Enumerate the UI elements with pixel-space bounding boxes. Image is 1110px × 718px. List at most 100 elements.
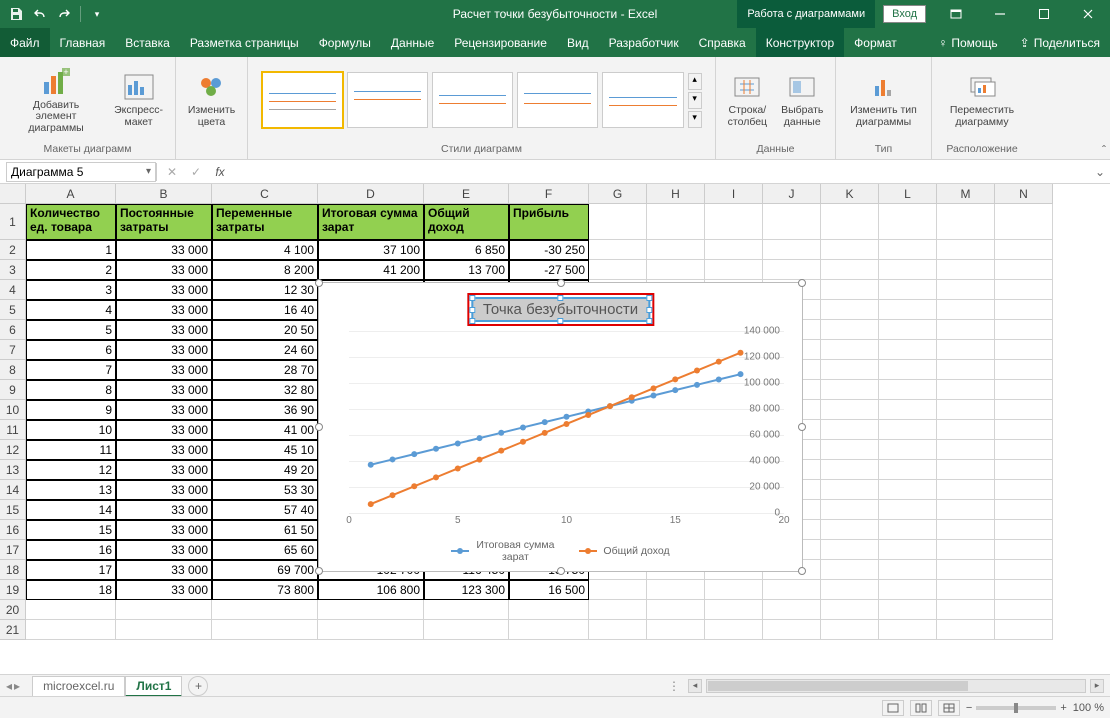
gallery-more-icon[interactable]: ▾	[688, 111, 702, 128]
cell[interactable]	[937, 520, 995, 540]
chart-style-thumb[interactable]	[602, 72, 683, 128]
cell[interactable]: 13 700	[424, 260, 509, 280]
cell[interactable]	[879, 500, 937, 520]
cell[interactable]	[318, 600, 424, 620]
col-header[interactable]: B	[116, 184, 212, 204]
cell[interactable]	[318, 620, 424, 640]
row-header[interactable]: 7	[0, 340, 26, 360]
cell[interactable]	[937, 240, 995, 260]
cell[interactable]	[937, 400, 995, 420]
fx-icon[interactable]: fx	[211, 165, 229, 179]
cell[interactable]: 33 000	[116, 560, 212, 580]
cell[interactable]	[821, 260, 879, 280]
tab-главная[interactable]: Главная	[50, 28, 116, 57]
row-header[interactable]: 13	[0, 460, 26, 480]
col-header[interactable]: G	[589, 184, 647, 204]
zoom-out-icon[interactable]: −	[966, 702, 972, 714]
cell[interactable]	[937, 460, 995, 480]
row-header[interactable]: 4	[0, 280, 26, 300]
cell[interactable]: 16 500	[509, 580, 589, 600]
redo-icon[interactable]	[54, 3, 74, 25]
cell[interactable]	[116, 620, 212, 640]
col-header[interactable]: K	[821, 184, 879, 204]
row-header[interactable]: 17	[0, 540, 26, 560]
maximize-icon[interactable]	[1022, 0, 1066, 28]
cell[interactable]: Итоговая сумма зарат	[318, 204, 424, 240]
cell[interactable]	[995, 580, 1053, 600]
cell[interactable]: Общий доход	[424, 204, 509, 240]
cell[interactable]: 65 60	[212, 540, 318, 560]
tab-разметка страницы[interactable]: Разметка страницы	[180, 28, 309, 57]
zoom-in-icon[interactable]: +	[1060, 702, 1066, 714]
cell[interactable]	[995, 360, 1053, 380]
cell[interactable]	[879, 300, 937, 320]
row-header[interactable]: 16	[0, 520, 26, 540]
cell[interactable]	[589, 240, 647, 260]
cell[interactable]	[589, 260, 647, 280]
cell[interactable]: 73 800	[212, 580, 318, 600]
gallery-down-icon[interactable]: ▾	[688, 92, 702, 109]
col-header[interactable]: I	[705, 184, 763, 204]
cell[interactable]	[821, 580, 879, 600]
signin-button[interactable]: Вход	[883, 5, 926, 23]
cell[interactable]	[937, 300, 995, 320]
cell[interactable]	[879, 560, 937, 580]
chart-legend[interactable]: Итоговая сумма зарат Общий доход	[319, 539, 802, 563]
cell[interactable]	[937, 580, 995, 600]
cell[interactable]: 12	[26, 460, 116, 480]
cell[interactable]	[937, 260, 995, 280]
cell[interactable]	[995, 560, 1053, 580]
chart-style-thumb[interactable]	[517, 72, 598, 128]
cell[interactable]	[995, 520, 1053, 540]
quick-layout-button[interactable]: Экспресс-макет	[110, 69, 167, 130]
cell[interactable]	[821, 380, 879, 400]
cell[interactable]: 14	[26, 500, 116, 520]
cell[interactable]	[879, 340, 937, 360]
cell[interactable]: 16	[26, 540, 116, 560]
cell[interactable]	[879, 480, 937, 500]
cell[interactable]	[589, 600, 647, 620]
chart-title[interactable]: Точка безубыточности	[471, 297, 650, 322]
cell[interactable]: 8 200	[212, 260, 318, 280]
cell[interactable]	[212, 620, 318, 640]
collapse-ribbon-icon[interactable]: ˆ	[1102, 143, 1106, 157]
cell[interactable]	[821, 600, 879, 620]
cell[interactable]	[26, 600, 116, 620]
col-header[interactable]: M	[937, 184, 995, 204]
cell[interactable]: Постоянные затраты	[116, 204, 212, 240]
cell[interactable]	[937, 560, 995, 580]
cell[interactable]	[879, 240, 937, 260]
column-headers[interactable]: ABCDEFGHIJKLMN	[26, 184, 1053, 204]
tab-данные[interactable]: Данные	[381, 28, 444, 57]
tab-file[interactable]: Файл	[0, 28, 50, 57]
cell[interactable]	[995, 440, 1053, 460]
cell[interactable]: 3	[26, 280, 116, 300]
cell[interactable]	[879, 600, 937, 620]
cell[interactable]	[821, 204, 879, 240]
cell[interactable]: 41 200	[318, 260, 424, 280]
cell[interactable]	[705, 240, 763, 260]
col-header[interactable]: H	[647, 184, 705, 204]
tab-формулы[interactable]: Формулы	[309, 28, 381, 57]
cell[interactable]	[995, 240, 1053, 260]
tab-справка[interactable]: Справка	[689, 28, 756, 57]
cell[interactable]	[879, 520, 937, 540]
cell[interactable]	[424, 620, 509, 640]
col-header[interactable]: L	[879, 184, 937, 204]
cell[interactable]	[647, 620, 705, 640]
cell[interactable]	[937, 204, 995, 240]
cell[interactable]: 33 000	[116, 360, 212, 380]
row-header[interactable]: 14	[0, 480, 26, 500]
cell[interactable]: 37 100	[318, 240, 424, 260]
cell[interactable]: 41 00	[212, 420, 318, 440]
cell[interactable]: 6 850	[424, 240, 509, 260]
cell[interactable]	[705, 260, 763, 280]
cell[interactable]	[995, 600, 1053, 620]
cell[interactable]	[995, 400, 1053, 420]
cell[interactable]	[705, 580, 763, 600]
row-header[interactable]: 6	[0, 320, 26, 340]
cell[interactable]	[647, 204, 705, 240]
cell[interactable]	[937, 540, 995, 560]
cell[interactable]: 123 300	[424, 580, 509, 600]
embedded-chart[interactable]: Точка безубыточности 020 00040 00060 000…	[318, 282, 803, 572]
